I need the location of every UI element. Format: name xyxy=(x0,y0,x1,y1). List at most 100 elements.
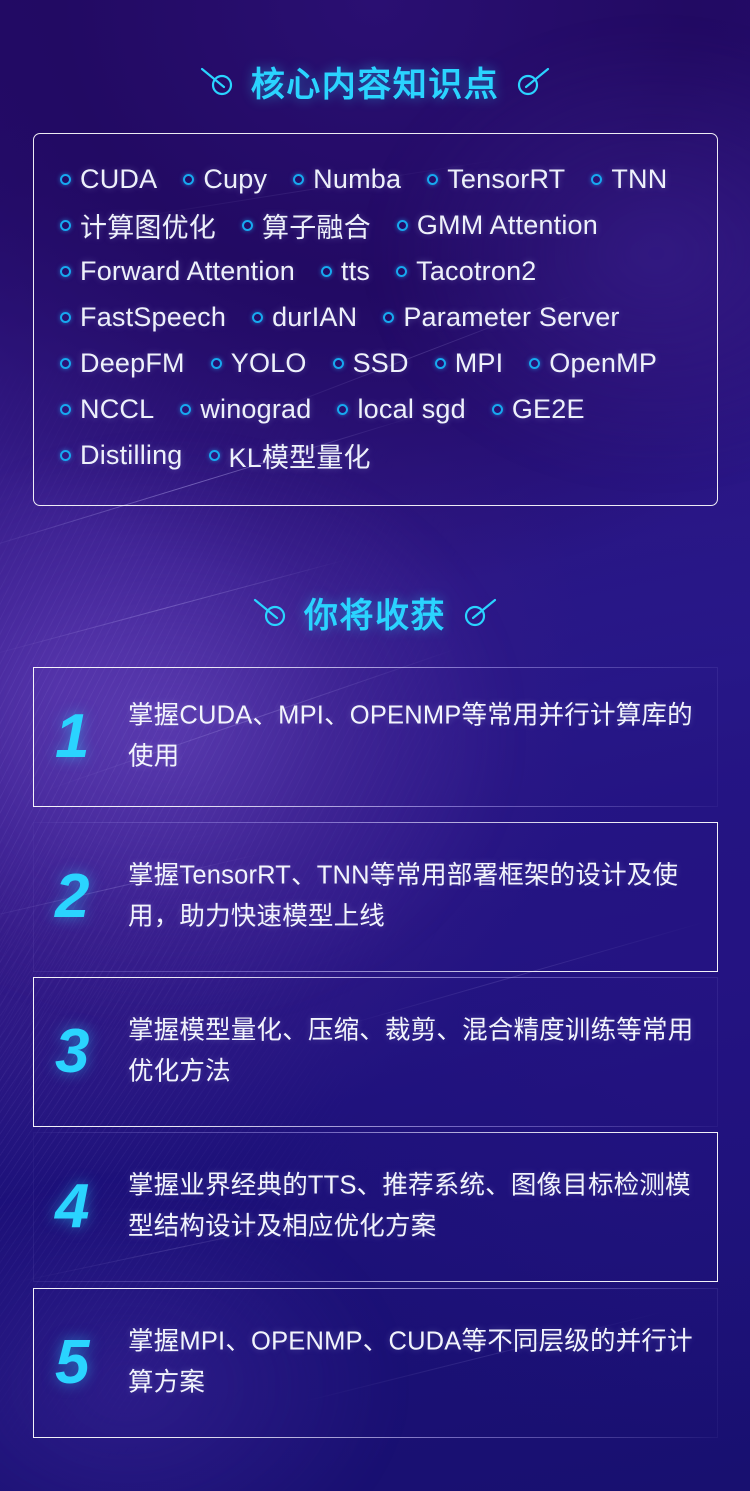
gain-section-title: 你将收获 xyxy=(304,597,446,635)
knowledge-tag[interactable]: winograd xyxy=(180,394,311,425)
knowledge-tag-label: NCCL xyxy=(80,393,155,424)
knowledge-tag[interactable]: durIAN xyxy=(252,302,357,333)
bullet-ring-icon xyxy=(60,357,71,369)
knowledge-tag-label: TensorRT xyxy=(447,163,566,194)
knowledge-tag-label: FastSpeech xyxy=(80,301,227,332)
knowledge-tag-label: YOLO xyxy=(230,347,307,378)
knowledge-tag[interactable]: Distilling xyxy=(60,440,183,471)
knowledge-tag-label: 计算图优化 xyxy=(80,212,216,243)
bullet-ring-icon xyxy=(383,311,395,323)
knowledge-tag-label: Cupy xyxy=(203,163,268,194)
bullet-ring-icon xyxy=(293,173,305,185)
bullet-ring-icon xyxy=(321,265,333,277)
bullet-ring-icon xyxy=(60,265,71,277)
bullet-ring-icon xyxy=(208,449,220,461)
knowledge-tag[interactable]: Numba xyxy=(293,164,401,195)
knowledge-tag[interactable]: tts xyxy=(321,256,370,287)
bullet-ring-icon xyxy=(210,357,222,369)
gain-item[interactable]: 1 掌握CUDA、MPI、OPENMP等常用并行计算库的使用 xyxy=(0,667,750,807)
knowledge-tag[interactable]: Cupy xyxy=(183,164,267,195)
bullet-ring-icon xyxy=(396,265,408,277)
gain-item[interactable]: 3 掌握模型量化、压缩、裁剪、混合精度训练等常用优化方法 xyxy=(0,977,750,1127)
knowledge-tag-label: durIAN xyxy=(272,301,358,332)
knowledge-tag[interactable]: MPI xyxy=(434,347,504,379)
knowledge-tag-label: 算子融合 xyxy=(262,212,371,243)
knowledge-tag[interactable]: Forward Attention xyxy=(60,256,295,287)
knowledge-tag[interactable]: GMM Attention xyxy=(396,209,598,241)
knowledge-tag[interactable]: GE2E xyxy=(491,393,585,425)
gain-item-text: 掌握MPI、OPENMP、CUDA等不同层级的并行计算方案 xyxy=(128,1327,693,1397)
knowledge-tag-label: Numba xyxy=(313,163,402,194)
knowledge-points-box: CUDA Cupy Numba TensorRT TNN 计算图优化 算子融合 GMM Att… xyxy=(33,133,718,506)
bullet-ring-icon xyxy=(252,311,264,323)
bullet-ring-icon xyxy=(242,219,253,231)
gain-item-text: 掌握业界经典的TTS、推荐系统、图像目标检测模型结构设计及相应优化方案 xyxy=(128,1171,691,1241)
poster-page: 核心内容知识点 CUDA Cupy Numba TensorRT TNN 计算图优化 算子融… xyxy=(0,0,750,1491)
knowledge-tag-label: DeepFM xyxy=(80,347,185,378)
knowledge-tag[interactable]: YOLO xyxy=(210,347,307,379)
knowledge-tag[interactable]: NCCL xyxy=(60,394,154,425)
bullet-ring-icon xyxy=(427,173,439,185)
gain-section-heading: 你将收获 xyxy=(0,588,750,637)
knowledge-tag[interactable]: SSD xyxy=(332,347,409,379)
knowledge-tag-label: winograd xyxy=(200,393,312,424)
bullet-ring-icon xyxy=(60,403,71,415)
gain-item-number: 3 xyxy=(55,1017,90,1086)
knowledge-tag[interactable]: 计算图优化 xyxy=(60,206,216,245)
knowledge-tag[interactable]: TNN xyxy=(591,164,667,195)
bullet-ring-icon xyxy=(332,357,344,369)
gain-item-text: 掌握TensorRT、TNN等常用部署框架的设计及使用，助力快速模型上线 xyxy=(128,861,679,931)
tag-row: Forward Attention tts Tacotron2 xyxy=(60,248,691,294)
knowledge-tag[interactable]: DeepFM xyxy=(60,348,185,379)
knowledge-tag-label: MPI xyxy=(454,347,504,378)
gain-item[interactable]: 4 掌握业界经典的TTS、推荐系统、图像目标检测模型结构设计及相应优化方案 xyxy=(0,1132,750,1282)
gain-item-number: 2 xyxy=(55,862,90,931)
knowledge-tag-label: local sgd xyxy=(357,393,466,424)
tag-row: FastSpeech durIAN Parameter Server xyxy=(60,294,691,340)
knowledge-tag[interactable]: Parameter Server xyxy=(383,302,619,333)
tag-row: NCCL winograd local sgd GE2E xyxy=(60,386,691,432)
bullet-ring-icon xyxy=(337,403,349,415)
gain-item[interactable]: 5 掌握MPI、OPENMP、CUDA等不同层级的并行计算方案 xyxy=(0,1288,750,1438)
knowledge-tag-label: Forward Attention xyxy=(80,255,296,286)
bullet-ring-icon xyxy=(60,311,71,323)
knowledge-tag[interactable]: TensorRT xyxy=(427,164,565,195)
knowledge-tag[interactable]: 算子融合 xyxy=(242,206,371,245)
knowledge-tag-label: GE2E xyxy=(511,393,585,424)
knowledge-tag-label: Distilling xyxy=(80,439,183,470)
gain-item-number: 4 xyxy=(55,1172,90,1241)
bullet-ring-icon xyxy=(434,357,446,369)
knowledge-tag[interactable]: KL模型量化 xyxy=(208,436,371,475)
tag-row: DeepFM YOLO SSD MPI OpenMP xyxy=(60,340,691,386)
knowledge-tag-label: Parameter Server xyxy=(403,301,620,332)
gain-item-number: 1 xyxy=(55,702,90,771)
bullet-ring-icon xyxy=(183,173,195,185)
gain-item-number: 5 xyxy=(55,1328,90,1397)
bullet-ring-icon xyxy=(180,403,192,415)
gain-item-text: 掌握CUDA、MPI、OPENMP等常用并行计算库的使用 xyxy=(128,701,693,771)
bullet-ring-icon xyxy=(60,173,71,185)
knowledge-tag-label: TNN xyxy=(611,163,668,194)
bullet-ring-icon xyxy=(60,219,71,231)
core-section-title: 核心内容知识点 xyxy=(250,66,500,104)
bullet-ring-icon xyxy=(529,357,541,369)
tag-row: Distilling KL模型量化 xyxy=(60,432,691,478)
gain-item[interactable]: 2 掌握TensorRT、TNN等常用部署框架的设计及使用，助力快速模型上线 xyxy=(0,822,750,972)
knowledge-tag-label: SSD xyxy=(352,347,409,378)
knowledge-tag[interactable]: OpenMP xyxy=(529,348,657,379)
knowledge-tag[interactable]: CUDA xyxy=(60,164,157,195)
bullet-ring-icon xyxy=(396,219,408,231)
tag-row: CUDA Cupy Numba TensorRT TNN xyxy=(60,156,691,202)
circle-slash-icon xyxy=(200,67,232,95)
tag-row: 计算图优化 算子融合 GMM Attention xyxy=(60,202,691,248)
knowledge-tag-label: GMM Attention xyxy=(416,209,598,240)
knowledge-tag-label: Tacotron2 xyxy=(416,255,537,286)
knowledge-tag-label: CUDA xyxy=(80,163,158,194)
knowledge-tag[interactable]: local sgd xyxy=(337,393,466,425)
knowledge-tag[interactable]: FastSpeech xyxy=(60,302,226,333)
knowledge-tag-label: OpenMP xyxy=(549,347,658,378)
circle-slash-icon xyxy=(253,598,286,626)
knowledge-tag-label: tts xyxy=(341,255,371,286)
knowledge-tag[interactable]: Tacotron2 xyxy=(396,256,536,287)
knowledge-tag-label: KL模型量化 xyxy=(228,442,371,473)
